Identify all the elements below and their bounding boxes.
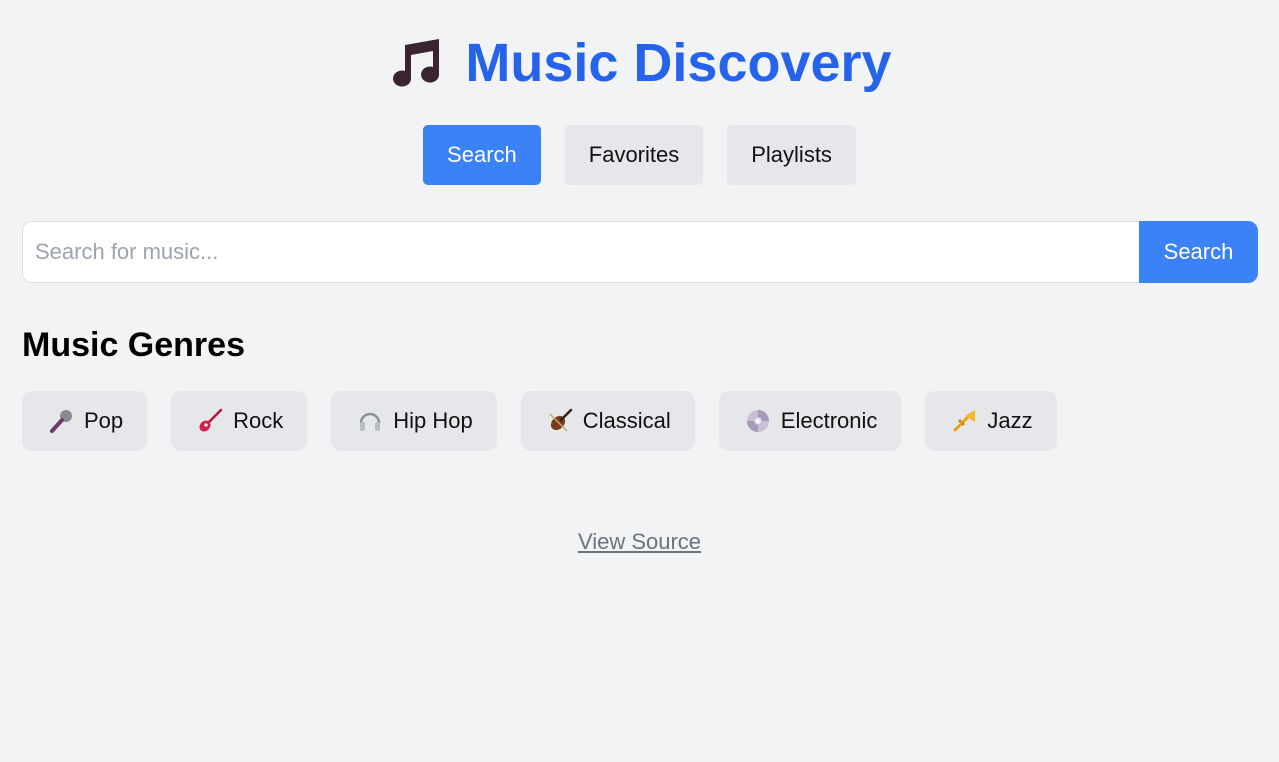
page: Music Discovery Search Favorites Playlis…: [0, 0, 1279, 762]
genre-button-electronic[interactable]: Electronic: [718, 391, 902, 451]
genre-button-rock[interactable]: Rock: [171, 391, 308, 451]
genre-label: Electronic: [780, 408, 878, 433]
genre-label: Classical: [582, 408, 671, 433]
search-bar: Search: [22, 221, 1258, 283]
genre-list: Pop Rock Hip Hop Classical Electronic Ja…: [22, 391, 1057, 451]
microphone-icon: [50, 410, 72, 433]
genre-label: Rock: [233, 408, 284, 433]
view-source-link[interactable]: View Source: [578, 529, 701, 554]
footer: View Source: [0, 527, 1279, 557]
genre-label: Jazz: [987, 408, 1033, 433]
search-input[interactable]: [22, 221, 1139, 283]
search-button[interactable]: Search: [1139, 221, 1258, 283]
trumpet-icon: [953, 410, 976, 432]
music-note-icon: [393, 39, 440, 87]
genre-button-pop[interactable]: Pop: [22, 391, 148, 451]
header: Music Discovery: [0, 28, 1279, 98]
guitar-icon: [199, 408, 223, 432]
genre-button-hip-hop[interactable]: Hip Hop: [331, 391, 497, 451]
app-title: Music Discovery: [465, 33, 892, 93]
disc-icon: [746, 410, 769, 432]
genre-button-classical[interactable]: Classical: [520, 391, 695, 451]
tab-playlists[interactable]: Playlists: [727, 125, 856, 185]
headphones-icon: [360, 412, 381, 431]
genre-label: Pop: [84, 408, 124, 433]
genres-heading: Music Genres: [22, 326, 245, 364]
genre-label: Hip Hop: [393, 408, 473, 433]
nav-tabs: Search Favorites Playlists: [0, 125, 1279, 185]
tab-search[interactable]: Search: [423, 125, 541, 185]
genre-button-jazz[interactable]: Jazz: [925, 391, 1057, 451]
violin-icon: [549, 408, 573, 432]
tab-favorites[interactable]: Favorites: [564, 125, 704, 185]
